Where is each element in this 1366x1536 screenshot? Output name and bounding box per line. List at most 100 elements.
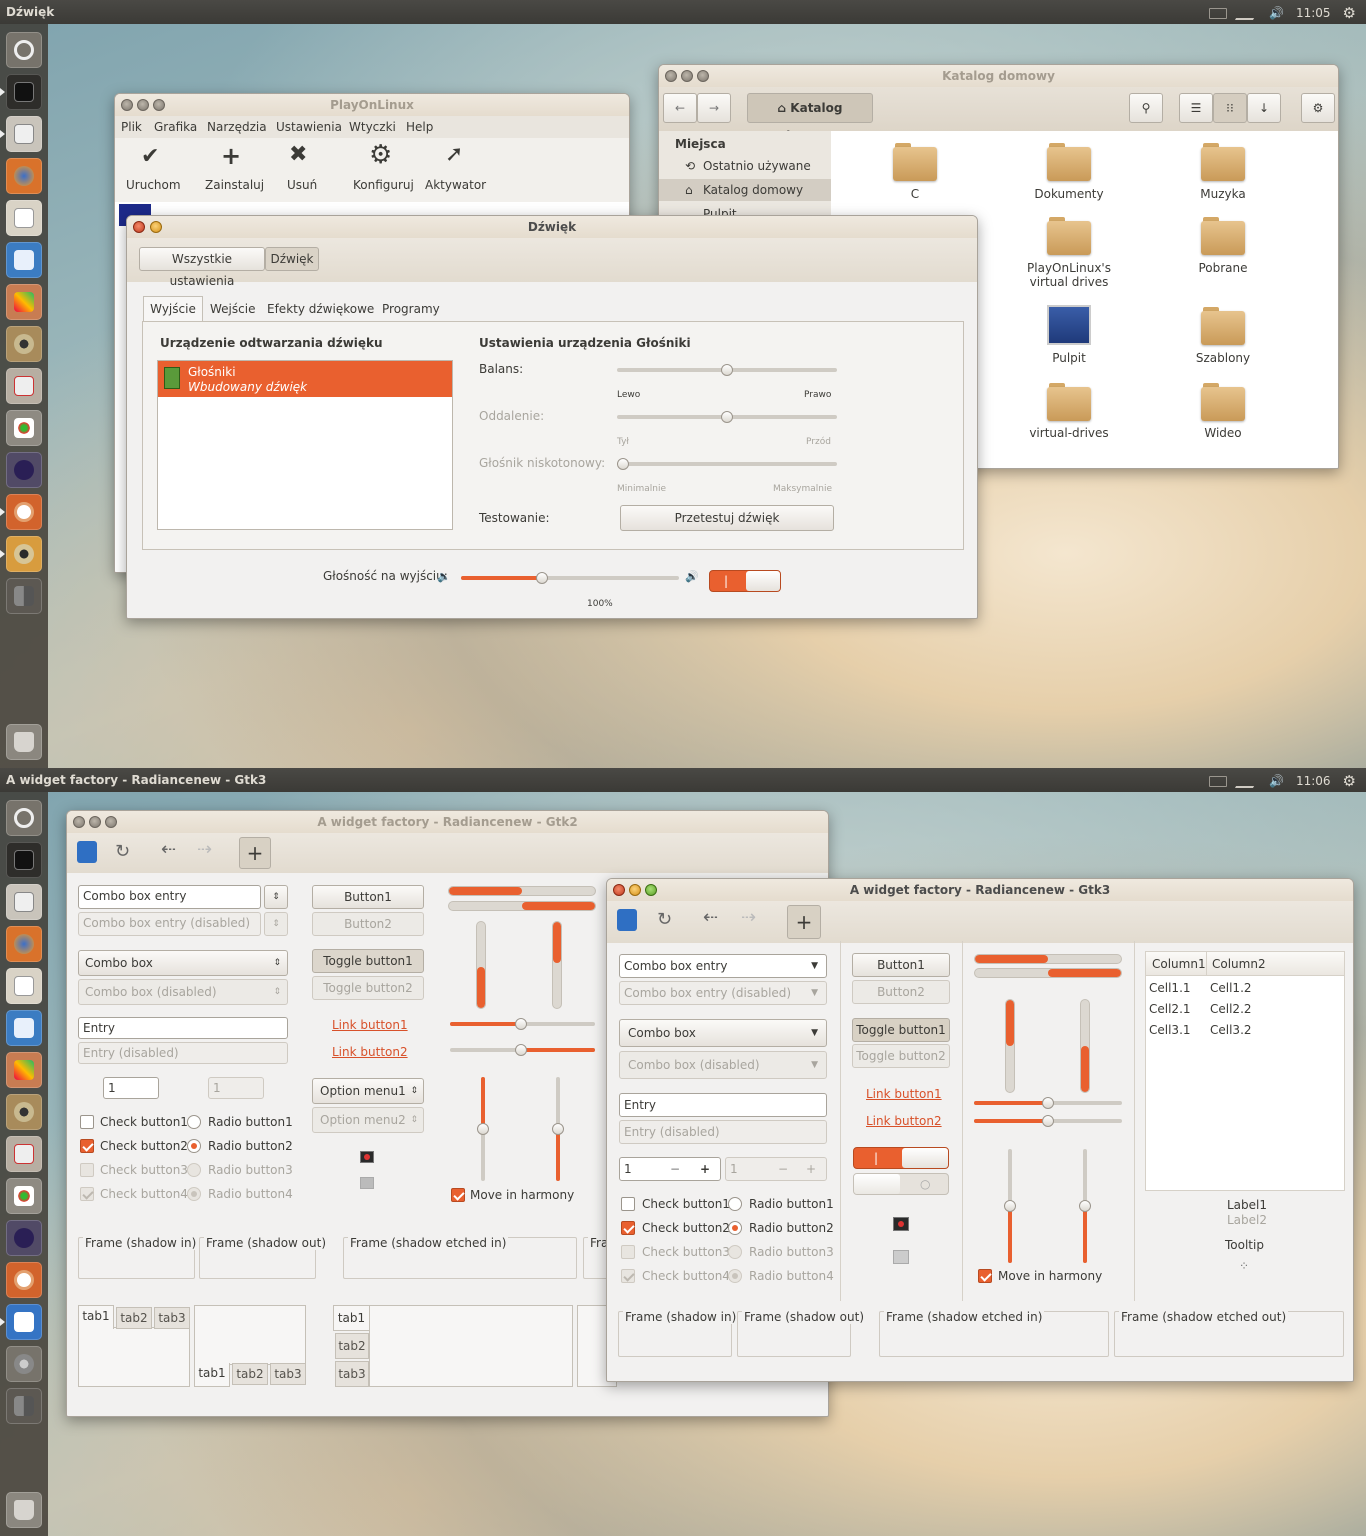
folder-videos-icon[interactable] xyxy=(1201,381,1245,421)
maximize-button[interactable] xyxy=(105,816,117,828)
folder-templates-icon[interactable] xyxy=(1201,305,1245,345)
check-button-1[interactable] xyxy=(80,1115,94,1129)
desktop-folder-icon[interactable] xyxy=(1047,305,1091,345)
harmony-check[interactable] xyxy=(978,1269,992,1283)
activator-button[interactable]: ➚ Aktywator xyxy=(421,138,491,198)
clock[interactable]: 11:05 xyxy=(1296,6,1331,20)
widget-factory-icon[interactable] xyxy=(6,1304,42,1340)
tooltip-label[interactable]: Tooltip xyxy=(1225,1238,1264,1252)
test-sound-button[interactable]: Przetestuj dźwięk xyxy=(620,505,834,531)
sound-crumb-button[interactable]: Dźwięk xyxy=(265,247,319,271)
mail-icon[interactable] xyxy=(1209,7,1227,19)
text-editor-icon[interactable] xyxy=(6,968,42,1004)
file-item[interactable]: C xyxy=(855,187,975,201)
install-button[interactable]: + Zainstaluj xyxy=(195,138,269,198)
settings-app-icon[interactable] xyxy=(6,410,42,446)
folder-music-icon[interactable] xyxy=(1201,141,1245,181)
combo-box[interactable]: Combo box ▼ xyxy=(619,1019,827,1047)
folder-documents-icon[interactable] xyxy=(1047,141,1091,181)
toggle-button-1[interactable]: Toggle button1 xyxy=(312,949,424,973)
minimize-button[interactable] xyxy=(681,70,693,82)
menu-help[interactable]: Help xyxy=(406,120,433,134)
toggle-button-1[interactable]: Toggle button1 xyxy=(852,1018,950,1042)
column-header-1[interactable]: Column1 xyxy=(1152,957,1206,971)
hscale-2-knob[interactable] xyxy=(515,1044,527,1056)
text-editor-icon[interactable] xyxy=(6,200,42,236)
tab-1[interactable]: tab1 xyxy=(78,1305,114,1329)
files-titlebar[interactable]: Katalog domowy xyxy=(659,65,1338,87)
tab-3[interactable]: tab3 xyxy=(335,1361,369,1387)
refresh-icon[interactable]: ↻ xyxy=(115,841,130,862)
vscale-2-knob[interactable] xyxy=(552,1123,564,1135)
app-icon[interactable] xyxy=(617,909,637,931)
game-icon[interactable] xyxy=(6,452,42,488)
file-item[interactable]: Muzyka xyxy=(1163,187,1283,201)
tab-3[interactable]: tab3 xyxy=(154,1307,190,1329)
check-button-2[interactable] xyxy=(80,1139,94,1153)
device-row[interactable]: Głośniki Wbudowany dźwięk xyxy=(158,361,452,397)
dash-icon[interactable] xyxy=(6,800,42,836)
chevron-down-icon[interactable]: ▼ xyxy=(811,955,818,977)
refresh-icon[interactable]: ↻ xyxy=(657,909,672,930)
vscale-1-knob[interactable] xyxy=(1004,1200,1016,1212)
firefox-icon[interactable] xyxy=(6,926,42,962)
file-item[interactable]: Pobrane xyxy=(1163,261,1283,275)
tab-1[interactable]: tab1 xyxy=(194,1363,230,1387)
file-item[interactable]: PlayOnLinux's virtual drives xyxy=(1009,261,1129,289)
system-settings-icon[interactable] xyxy=(6,1346,42,1382)
paint-icon[interactable] xyxy=(6,284,42,320)
search-button[interactable]: ⚲ xyxy=(1129,93,1163,123)
cell[interactable]: Cell1.2 xyxy=(1210,981,1252,995)
close-button[interactable] xyxy=(133,221,145,233)
subwoofer-slider[interactable] xyxy=(617,458,837,470)
minimize-button[interactable] xyxy=(89,816,101,828)
rhythmbox-icon[interactable] xyxy=(6,326,42,362)
radio-button-2[interactable] xyxy=(728,1221,742,1235)
gear-icon[interactable]: ⚙ xyxy=(1343,4,1356,22)
game-icon[interactable] xyxy=(6,1220,42,1256)
check-button-1[interactable] xyxy=(621,1197,635,1211)
all-settings-button[interactable]: Wszystkie ustawienia xyxy=(139,247,265,288)
folder-downloads-icon[interactable] xyxy=(1201,215,1245,255)
workspaces-icon[interactable] xyxy=(6,578,42,614)
close-button[interactable] xyxy=(613,884,625,896)
vscale-2[interactable] xyxy=(1079,1149,1091,1263)
menu-narzedzia[interactable]: Narzędzia xyxy=(207,120,267,134)
folder-link-icon[interactable] xyxy=(1047,215,1091,255)
spin-button[interactable]: 1− + xyxy=(619,1157,721,1181)
close-button[interactable] xyxy=(665,70,677,82)
minimize-button[interactable] xyxy=(629,884,641,896)
playonlinux-titlebar[interactable]: PlayOnLinux xyxy=(115,94,629,116)
tab-3[interactable]: tab3 xyxy=(270,1363,306,1385)
files-icon[interactable] xyxy=(6,116,42,152)
settings-app-icon[interactable] xyxy=(6,1178,42,1214)
network-icon[interactable] xyxy=(1234,774,1262,788)
tab-2[interactable]: tab2 xyxy=(116,1307,152,1329)
tab-1[interactable]: tab1 xyxy=(333,1305,369,1331)
vscale-1-knob[interactable] xyxy=(477,1123,489,1135)
back-icon[interactable]: ⇠ xyxy=(703,907,718,928)
dash-icon[interactable] xyxy=(6,32,42,68)
combo-entry[interactable]: Combo box entry xyxy=(78,885,261,909)
radio-button-1[interactable] xyxy=(728,1197,742,1211)
gtk2-titlebar[interactable]: A widget factory - Radiancenew - Gtk2 xyxy=(67,811,828,833)
trash-icon[interactable] xyxy=(6,1492,42,1528)
clock[interactable]: 11:06 xyxy=(1296,774,1331,788)
ubuntu-one-icon[interactable] xyxy=(6,1262,42,1298)
remove-button[interactable]: ✖ Usuń xyxy=(275,138,329,198)
forward-icon[interactable]: ⇢ xyxy=(197,839,212,860)
tab-output[interactable]: Wyjście xyxy=(143,296,203,322)
button-1[interactable]: Button1 xyxy=(312,885,424,909)
harmony-check[interactable] xyxy=(451,1188,465,1202)
paint-icon[interactable] xyxy=(6,1052,42,1088)
check-button-2[interactable] xyxy=(621,1221,635,1235)
gtk3-titlebar[interactable]: A widget factory - Radiancenew - Gtk3 xyxy=(607,879,1353,901)
combo-entry-arrow[interactable]: ⇕ xyxy=(264,885,288,909)
link-button-1[interactable]: Link button1 xyxy=(332,1018,408,1032)
back-button[interactable]: ← xyxy=(663,93,697,123)
settings-button[interactable]: ⚙ xyxy=(1301,93,1335,123)
tab-2[interactable]: tab2 xyxy=(232,1363,268,1385)
combo-box[interactable]: Combo box ⇕ xyxy=(78,950,288,976)
tab-effects[interactable]: Efekty dźwiękowe xyxy=(267,302,374,316)
hscale-1-knob[interactable] xyxy=(1042,1097,1054,1109)
